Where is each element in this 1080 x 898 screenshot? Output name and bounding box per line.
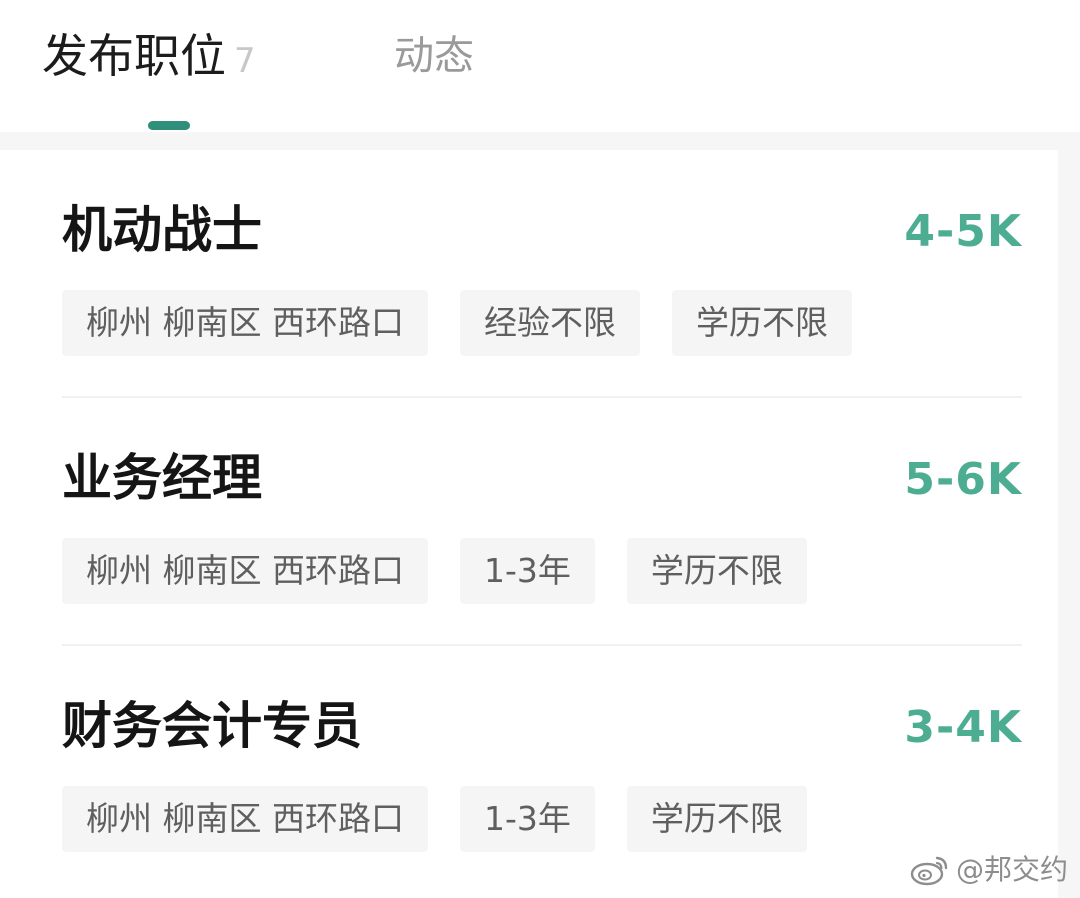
job-item[interactable]: 机动战士 4-5K 柳州 柳南区 西环路口 经验不限 学历不限: [0, 150, 1058, 398]
watermark-text: @邦交约: [955, 853, 1068, 886]
experience-tag: 经验不限: [459, 290, 640, 356]
job-title: 机动战士: [62, 201, 262, 259]
job-tags: 柳州 柳南区 西环路口 1-3年 学历不限: [62, 538, 807, 604]
tab-posted-jobs-count: 7: [234, 41, 256, 81]
job-salary: 3-4K: [904, 702, 1022, 753]
experience-tag: 1-3年: [459, 786, 595, 852]
tab-posted-jobs-label: 发布职位: [42, 29, 226, 83]
job-list-page: 发布职位 7 动态 机动战士 4-5K 柳州 柳南区 西环路口 经验不限 学历不限…: [0, 0, 1080, 898]
job-item[interactable]: 财务会计专员 3-4K 柳州 柳南区 西环路口 1-3年 学历不限: [0, 646, 1058, 894]
location-tag: 柳州 柳南区 西环路口: [62, 290, 428, 356]
education-tag: 学历不限: [626, 538, 807, 604]
education-tag: 学历不限: [671, 290, 852, 356]
location-tag: 柳州 柳南区 西环路口: [62, 786, 428, 852]
location-tag: 柳州 柳南区 西环路口: [62, 538, 428, 604]
weibo-icon: [910, 856, 948, 886]
job-salary: 5-6K: [904, 454, 1022, 505]
experience-tag: 1-3年: [459, 538, 595, 604]
education-tag: 学历不限: [626, 786, 807, 852]
job-title: 业务经理: [62, 449, 262, 507]
tab-posted-jobs[interactable]: 发布职位 7: [42, 28, 256, 89]
tab-updates-label: 动态: [394, 33, 474, 79]
tab-bar: 发布职位 7 动态: [0, 0, 1080, 132]
job-tags: 柳州 柳南区 西环路口 1-3年 学历不限: [62, 786, 807, 852]
job-list: 机动战士 4-5K 柳州 柳南区 西环路口 经验不限 学历不限 业务经理 5-6…: [0, 150, 1058, 898]
tab-updates[interactable]: 动态: [394, 28, 474, 84]
job-tags: 柳州 柳南区 西环路口 经验不限 学历不限: [62, 290, 852, 356]
active-tab-indicator: [148, 121, 190, 130]
job-item[interactable]: 业务经理 5-6K 柳州 柳南区 西环路口 1-3年 学历不限: [0, 398, 1058, 646]
job-title: 财务会计专员: [62, 697, 362, 755]
job-salary: 4-5K: [904, 206, 1022, 257]
weibo-watermark: @邦交约: [910, 852, 1068, 888]
